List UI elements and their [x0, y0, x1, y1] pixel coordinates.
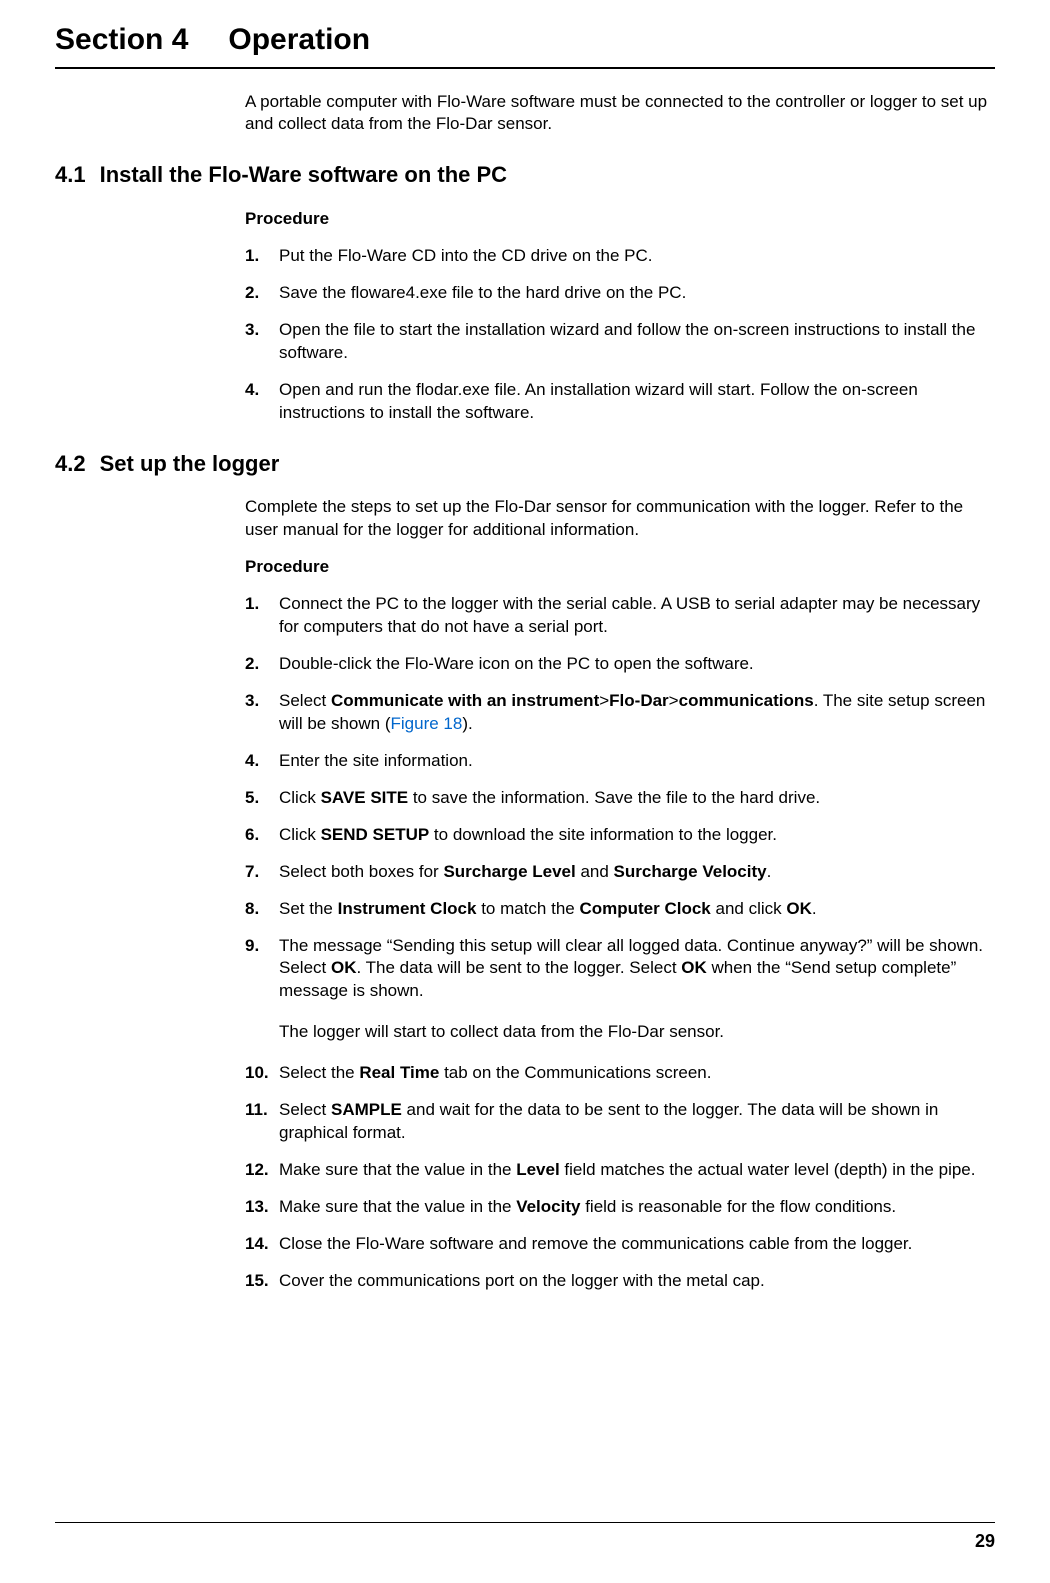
section-number: Section 4	[55, 20, 188, 61]
subsection-4-2-body: Complete the steps to set up the Flo-Dar…	[245, 496, 995, 1293]
step: Select both boxes for Surcharge Level an…	[245, 861, 995, 884]
step: Open and run the flodar.exe file. An ins…	[245, 379, 995, 425]
section-header: Section 4 Operation	[55, 20, 995, 69]
step: Click SEND SETUP to download the site in…	[245, 824, 995, 847]
step: Make sure that the value in the Level fi…	[245, 1159, 995, 1182]
section-intro: A portable computer with Flo-Ware softwa…	[245, 91, 995, 137]
procedure-steps: Connect the PC to the logger with the se…	[245, 593, 995, 1293]
step: Select the Real Time tab on the Communic…	[245, 1062, 995, 1085]
step: Set the Instrument Clock to match the Co…	[245, 898, 995, 921]
step: Close the Flo-Ware software and remove t…	[245, 1233, 995, 1256]
step: Save the floware4.exe file to the hard d…	[245, 282, 995, 305]
page-footer: 29	[55, 1522, 995, 1553]
procedure-label: Procedure	[245, 208, 995, 231]
subsection-title: Set up the logger	[100, 451, 280, 476]
step: Double-click the Flo-Ware icon on the PC…	[245, 653, 995, 676]
section-title: Operation	[228, 23, 370, 56]
step: Enter the site information.	[245, 750, 995, 773]
subsection-4-2-header: 4.2 Set up the logger	[55, 449, 995, 479]
step: The message “Sending this setup will cle…	[245, 935, 995, 1045]
figure-link[interactable]: Figure 18	[391, 714, 463, 733]
page-number: 29	[975, 1531, 995, 1551]
step: Open the file to start the installation …	[245, 319, 995, 365]
subsection-4-1-header: 4.1 Install the Flo-Ware software on the …	[55, 160, 995, 190]
subsection-4-1-body: Procedure Put the Flo-Ware CD into the C…	[245, 208, 995, 425]
step-note: The logger will start to collect data fr…	[279, 1021, 995, 1044]
step: Make sure that the value in the Velocity…	[245, 1196, 995, 1219]
subsection-intro: Complete the steps to set up the Flo-Dar…	[245, 496, 995, 542]
subsection-number: 4.1	[55, 160, 86, 190]
procedure-label: Procedure	[245, 556, 995, 579]
subsection-number: 4.2	[55, 449, 86, 479]
step: Select Communicate with an instrument>Fl…	[245, 690, 995, 736]
step: Click SAVE SITE to save the information.…	[245, 787, 995, 810]
step: Select SAMPLE and wait for the data to b…	[245, 1099, 995, 1145]
step: Cover the communications port on the log…	[245, 1270, 995, 1293]
step: Connect the PC to the logger with the se…	[245, 593, 995, 639]
subsection-title: Install the Flo-Ware software on the PC	[100, 162, 507, 187]
procedure-steps: Put the Flo-Ware CD into the CD drive on…	[245, 245, 995, 425]
step: Put the Flo-Ware CD into the CD drive on…	[245, 245, 995, 268]
